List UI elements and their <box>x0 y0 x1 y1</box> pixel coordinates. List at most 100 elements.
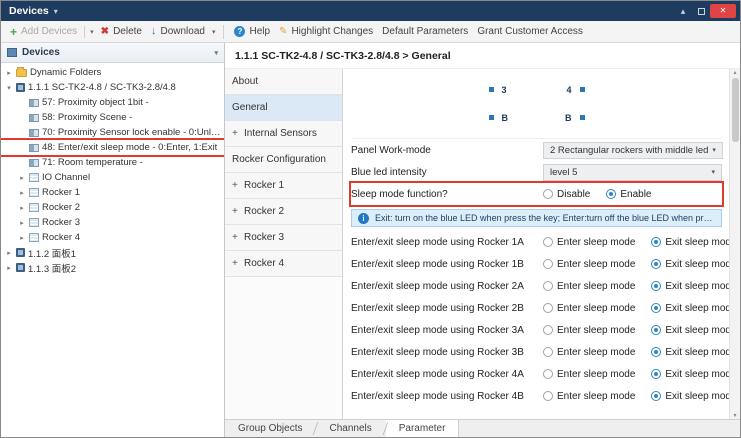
close-button[interactable]: ✕ <box>710 4 736 18</box>
plus-icon: + <box>10 26 17 38</box>
tree-item-device-1-1-1[interactable]: ▾ 1.1.1 SC-TK2-4.8 / SC-TK3-2.8/4.8 <box>1 80 224 95</box>
expand-plus-icon[interactable]: + <box>232 232 240 243</box>
panel-work-mode-select[interactable]: 2 Rectangular rockers with middle led ▾ <box>543 142 723 159</box>
chevron-right-icon[interactable]: ▸ <box>18 234 26 242</box>
chevron-down-icon[interactable]: ▾ <box>5 84 13 92</box>
menu-item-rocker-4[interactable]: + Rocker 4 <box>225 251 342 277</box>
tree-item-rocker-3[interactable]: ▸ Rocker 3 <box>1 215 224 230</box>
radio-icon[interactable] <box>543 347 553 357</box>
grant-customer-access-button[interactable]: Grant Customer Access <box>475 26 585 37</box>
add-devices-button[interactable]: + Add Devices <box>8 26 79 38</box>
radio-icon[interactable] <box>651 259 661 269</box>
highlight-changes-button[interactable]: ✎ Highlight Changes <box>277 26 375 37</box>
radio-exit-sleep-4b[interactable]: Exit sleep mode <box>651 391 736 402</box>
menu-item-general[interactable]: General <box>225 95 342 121</box>
chevron-right-icon[interactable]: ▸ <box>18 219 26 227</box>
radio-icon[interactable] <box>606 189 616 199</box>
scrollbar-thumb[interactable] <box>732 78 739 142</box>
radio-icon[interactable] <box>543 281 553 291</box>
chevron-right-icon[interactable]: ▸ <box>18 174 26 182</box>
tree-panel-header[interactable]: Devices ▾ <box>1 43 224 63</box>
radio-icon[interactable] <box>543 325 553 335</box>
radio-enter-sleep-4a[interactable]: Enter sleep mode <box>543 369 635 380</box>
download-button[interactable]: ↓ Download <box>149 26 207 37</box>
tree-item-object-57[interactable]: 57: Proximity object 1bit - <box>1 95 224 110</box>
device-icon <box>16 263 25 272</box>
radio-enter-sleep-1b[interactable]: Enter sleep mode <box>543 259 635 270</box>
tab-group-objects[interactable]: Group Objects <box>225 420 315 437</box>
tree-item-rocker-2[interactable]: ▸ Rocker 2 <box>1 200 224 215</box>
radio-icon[interactable] <box>543 259 553 269</box>
chevron-right-icon[interactable]: ▸ <box>5 264 13 272</box>
delete-button[interactable]: ✖ Delete <box>99 26 144 37</box>
radio-exit-sleep-2b[interactable]: Exit sleep mode <box>651 303 736 314</box>
radio-enter-sleep-2b[interactable]: Enter sleep mode <box>543 303 635 314</box>
tree-item-rocker-4[interactable]: ▸ Rocker 4 <box>1 230 224 245</box>
float-window-button[interactable] <box>692 8 710 15</box>
tree-item-io-channel[interactable]: ▸ IO Channel <box>1 170 224 185</box>
help-button[interactable]: ? Help <box>232 26 272 37</box>
tree-item-object-71[interactable]: 71: Room temperature - <box>1 155 224 170</box>
tree-item-rocker-1[interactable]: ▸ Rocker 1 <box>1 185 224 200</box>
download-dropdown-icon[interactable]: ▾ <box>212 28 216 36</box>
radio-enter-sleep-3b[interactable]: Enter sleep mode <box>543 347 635 358</box>
radio-exit-sleep-3a[interactable]: Exit sleep mode <box>651 325 736 336</box>
add-devices-dropdown-icon[interactable]: ▾ <box>90 28 94 36</box>
chevron-right-icon[interactable]: ▸ <box>18 189 26 197</box>
tab-parameter[interactable]: Parameter <box>386 420 460 437</box>
radio-enable[interactable]: Enable <box>606 189 651 200</box>
radio-icon[interactable] <box>651 391 661 401</box>
radio-exit-sleep-4a[interactable]: Exit sleep mode <box>651 369 736 380</box>
blue-led-intensity-select[interactable]: level 5 ▾ <box>543 164 722 181</box>
radio-exit-sleep-2a[interactable]: Exit sleep mode <box>651 281 736 292</box>
radio-icon[interactable] <box>651 281 661 291</box>
radio-icon[interactable] <box>651 347 661 357</box>
menu-item-about[interactable]: About <box>225 69 342 95</box>
radio-icon[interactable] <box>651 303 661 313</box>
menu-item-rocker-configuration[interactable]: Rocker Configuration <box>225 147 342 173</box>
title-caret-down-icon[interactable]: ▾ <box>54 7 58 16</box>
chevron-right-icon[interactable]: ▸ <box>5 69 13 77</box>
chevron-down-icon[interactable]: ▾ <box>214 49 218 57</box>
radio-icon[interactable] <box>543 303 553 313</box>
radio-icon[interactable] <box>543 189 553 199</box>
radio-exit-sleep-1a[interactable]: Exit sleep mode <box>651 237 736 248</box>
radio-icon[interactable] <box>543 237 553 247</box>
panel-preview: 3 4 B <box>351 69 722 139</box>
menu-item-internal-sensors[interactable]: + Internal Sensors <box>225 121 342 147</box>
tree-item-device-1-1-3[interactable]: ▸ 1.1.3 面板2 <box>1 260 224 275</box>
radio-exit-sleep-3b[interactable]: Exit sleep mode <box>651 347 736 358</box>
radio-icon[interactable] <box>543 391 553 401</box>
chevron-right-icon[interactable]: ▸ <box>18 204 26 212</box>
radio-icon[interactable] <box>651 369 661 379</box>
tree-item-device-1-1-2[interactable]: ▸ 1.1.2 面板1 <box>1 245 224 260</box>
radio-disable[interactable]: Disable <box>543 189 590 200</box>
radio-enter-sleep-1a[interactable]: Enter sleep mode <box>543 237 635 248</box>
scroll-up-icon[interactable]: ▴ <box>733 69 736 76</box>
chevron-right-icon[interactable]: ▸ <box>5 249 13 257</box>
expand-plus-icon[interactable]: + <box>232 180 240 191</box>
default-parameters-button[interactable]: Default Parameters <box>380 26 470 37</box>
collapse-panel-button[interactable]: ▴ <box>674 6 692 17</box>
radio-icon[interactable] <box>543 369 553 379</box>
tree-item-dynamic-folders[interactable]: ▸ Dynamic Folders <box>1 65 224 80</box>
tree-item-object-70[interactable]: 70: Proximity Sensor lock enable - 0:Unl… <box>1 125 224 140</box>
radio-icon[interactable] <box>651 325 661 335</box>
radio-enter-sleep-3a[interactable]: Enter sleep mode <box>543 325 635 336</box>
scroll-down-icon[interactable]: ▾ <box>733 412 736 419</box>
radio-enter-sleep-2a[interactable]: Enter sleep mode <box>543 281 635 292</box>
menu-item-rocker-1[interactable]: + Rocker 1 <box>225 173 342 199</box>
expand-plus-icon[interactable]: + <box>232 206 240 217</box>
expand-plus-icon[interactable]: + <box>232 258 240 269</box>
tree-item-object-58[interactable]: 58: Proximity Scene - <box>1 110 224 125</box>
radio-icon[interactable] <box>651 237 661 247</box>
menu-item-rocker-3[interactable]: + Rocker 3 <box>225 225 342 251</box>
tab-channels[interactable]: Channels <box>316 420 384 437</box>
menu-item-rocker-2[interactable]: + Rocker 2 <box>225 199 342 225</box>
tree-item-object-48-selected[interactable]: 48: Enter/exit sleep mode - 0:Enter, 1:E… <box>1 140 224 155</box>
radio-exit-sleep-1b[interactable]: Exit sleep mode <box>651 259 736 270</box>
radio-enter-sleep-4b[interactable]: Enter sleep mode <box>543 391 635 402</box>
window-title: Devices <box>9 5 49 17</box>
vertical-scrollbar[interactable]: ▴ ▾ <box>729 69 740 419</box>
expand-plus-icon[interactable]: + <box>232 128 240 139</box>
